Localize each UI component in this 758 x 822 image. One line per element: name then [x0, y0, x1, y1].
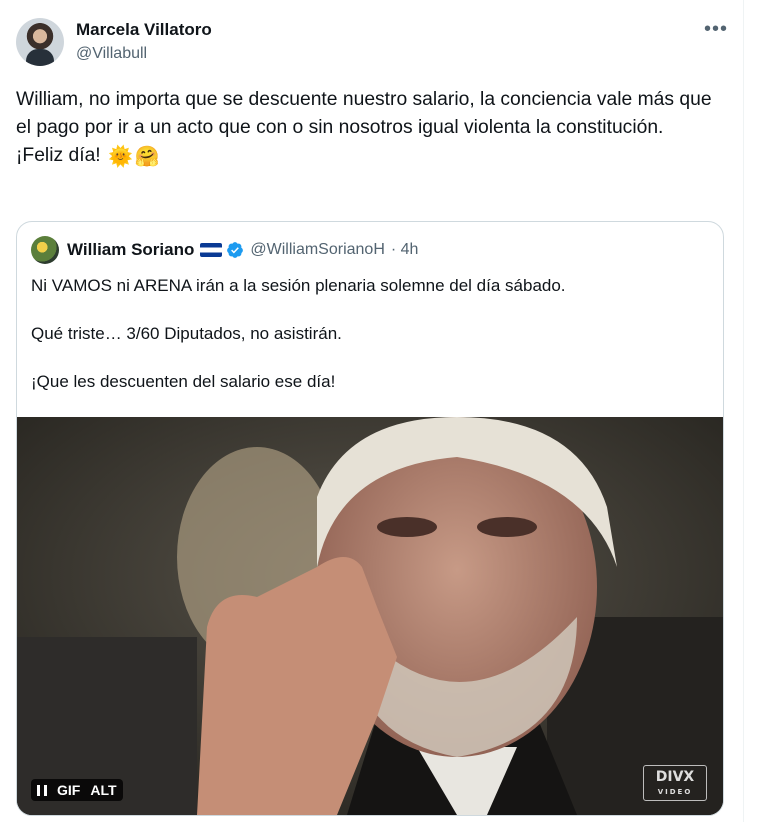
quoted-paragraph: Ni VAMOS ni ARENA irán a la sesión plena…: [31, 276, 566, 295]
gif-badge: GIF: [57, 782, 81, 798]
quoted-tweet-header: William Soriano @WilliamSorianoH · 4h: [31, 236, 418, 264]
quoted-paragraph: Qué triste… 3/60 Diputados, no asistirán…: [31, 324, 342, 343]
author-avatar[interactable]: [16, 18, 64, 66]
quoted-paragraph: ¡Que les descuenten del salario ese día!: [31, 372, 336, 391]
tweet-text: William, no importa que se descuente nue…: [16, 86, 716, 171]
tweet-text-line: William, no importa que se descuente nue…: [16, 89, 712, 138]
quoted-timestamp: · 4h: [390, 241, 419, 258]
el-salvador-flag-icon: [200, 243, 223, 257]
divx-watermark: DIVX VIDEO: [643, 765, 707, 801]
alt-badge[interactable]: ALT: [90, 782, 116, 798]
more-icon[interactable]: •••: [704, 18, 728, 41]
tweet-text-line: ¡Feliz día! 🌞 🤗: [16, 142, 716, 171]
quoted-author-name: William Soriano: [67, 240, 195, 259]
gif-frame-image: [17, 417, 723, 815]
timeline-border: [743, 0, 744, 822]
quoted-tweet[interactable]: William Soriano @WilliamSorianoH · 4h Ni…: [16, 221, 724, 816]
hug-emoji-icon: 🤗: [134, 146, 160, 168]
author-name[interactable]: Marcela Villatoro: [76, 20, 212, 40]
gif-media[interactable]: GIF ALT DIVX VIDEO: [17, 417, 723, 815]
pause-icon[interactable]: [37, 784, 47, 796]
quoted-author-handle: @WilliamSorianoH: [250, 241, 385, 258]
quoted-tweet-text: Ni VAMOS ni ARENA irán a la sesión plena…: [31, 274, 711, 418]
author-handle[interactable]: @Villabull: [76, 45, 147, 63]
gif-controls: GIF ALT: [31, 779, 123, 801]
tweet-header: Marcela Villatoro @Villabull •••: [16, 16, 728, 68]
sun-emoji-icon: 🌞: [108, 146, 133, 168]
verified-badge-icon: [227, 242, 244, 258]
quoted-author-avatar: [31, 236, 59, 264]
